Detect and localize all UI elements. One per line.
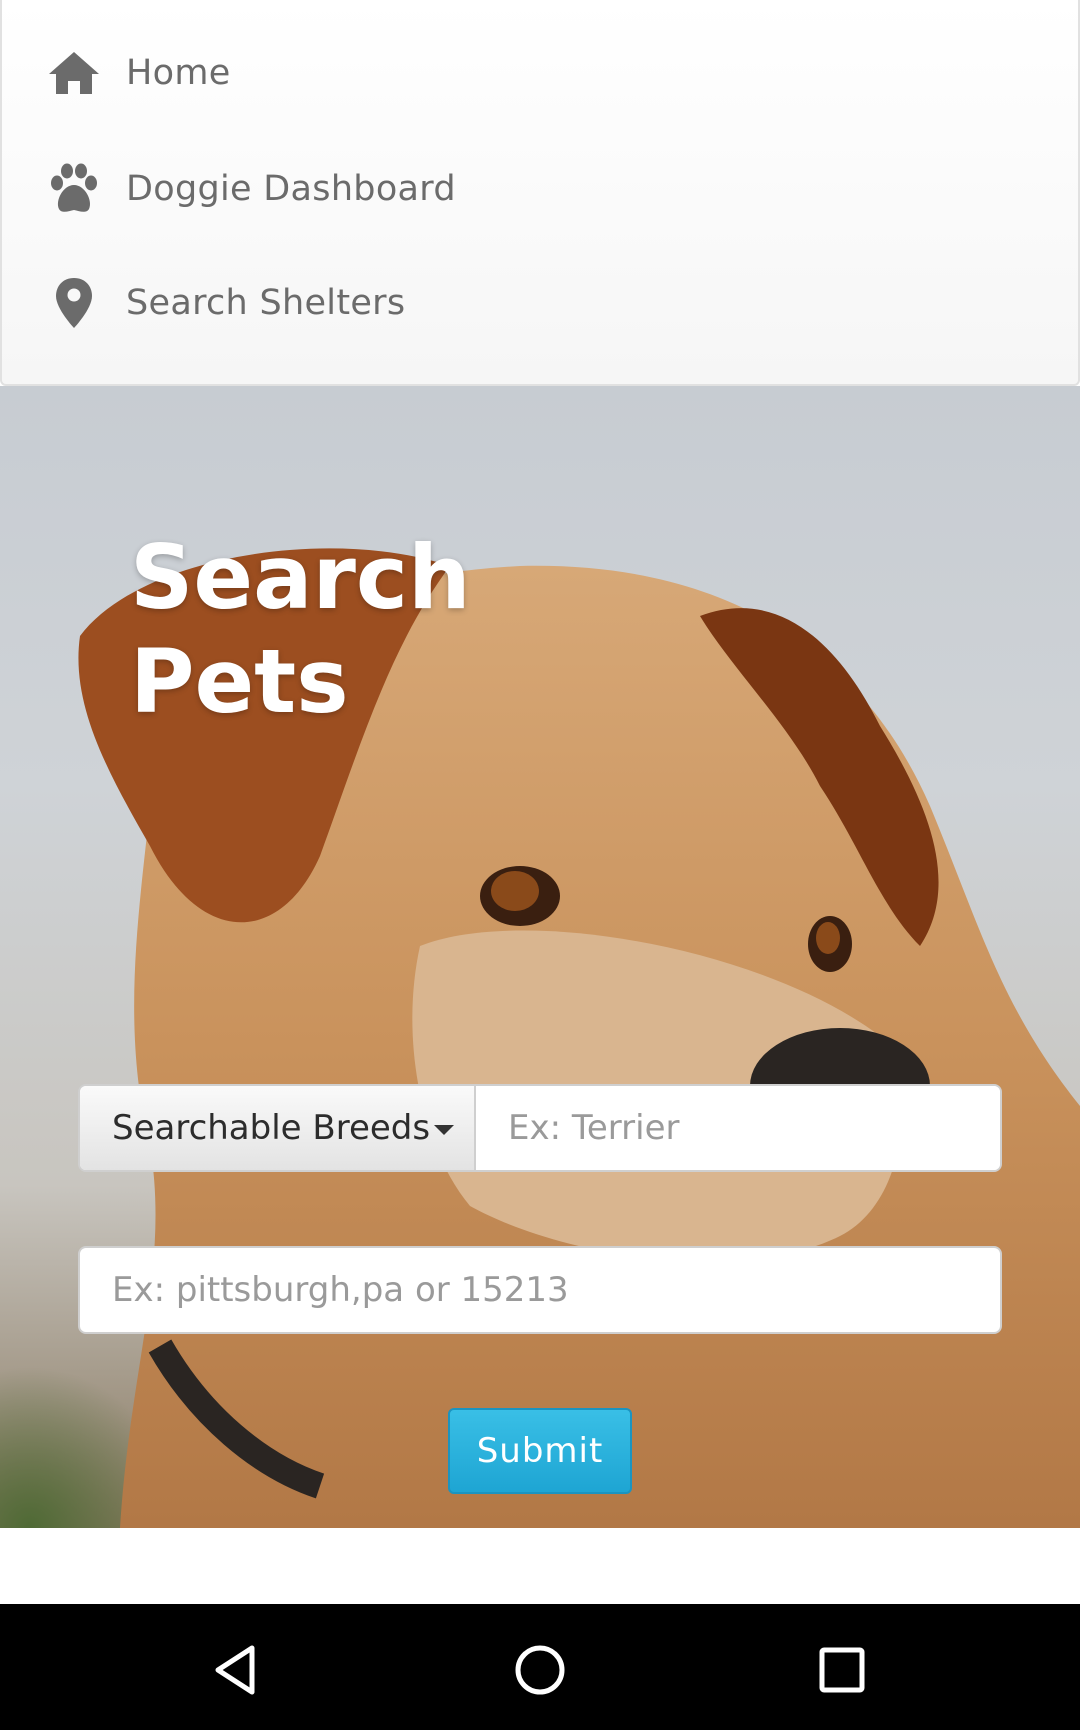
nav-item-label: Home [126,53,231,93]
nav-item-label: Doggie Dashboard [126,169,456,209]
hero-title-line1: Search [130,526,471,629]
hero-title-line2: Pets [130,630,349,733]
nav-item-doggie-dashboard[interactable]: Doggie Dashboard [2,134,1078,244]
breed-input[interactable] [476,1086,1000,1170]
nav-item-search-shelters[interactable]: Search Shelters [2,248,1078,358]
nav-item-home[interactable]: Home [2,18,1078,128]
system-nav-bar [0,1604,1080,1730]
hero-title: Search Pets [130,526,471,734]
home-icon [46,45,102,101]
hero-banner: Search Pets Searchable Breeds Submit [0,386,1080,1528]
nav-menu: Home Doggie Dashboard Search Shelters [0,0,1080,386]
caret-down-icon [434,1125,455,1135]
breed-search-group: Searchable Breeds [78,1084,1002,1172]
submit-button[interactable]: Submit [448,1408,632,1494]
breed-dropdown-label: Searchable Breeds [112,1108,431,1148]
paw-icon [46,161,102,217]
map-pin-icon [46,275,102,331]
location-input[interactable] [78,1246,1002,1334]
recent-apps-icon[interactable] [814,1642,870,1698]
searchable-breeds-dropdown[interactable]: Searchable Breeds [80,1086,476,1170]
nav-item-label: Search Shelters [126,283,406,323]
back-icon[interactable] [208,1642,264,1698]
app-root: Home Doggie Dashboard Search Shelters Se… [0,0,1080,1730]
home-circle-icon[interactable] [512,1642,568,1698]
